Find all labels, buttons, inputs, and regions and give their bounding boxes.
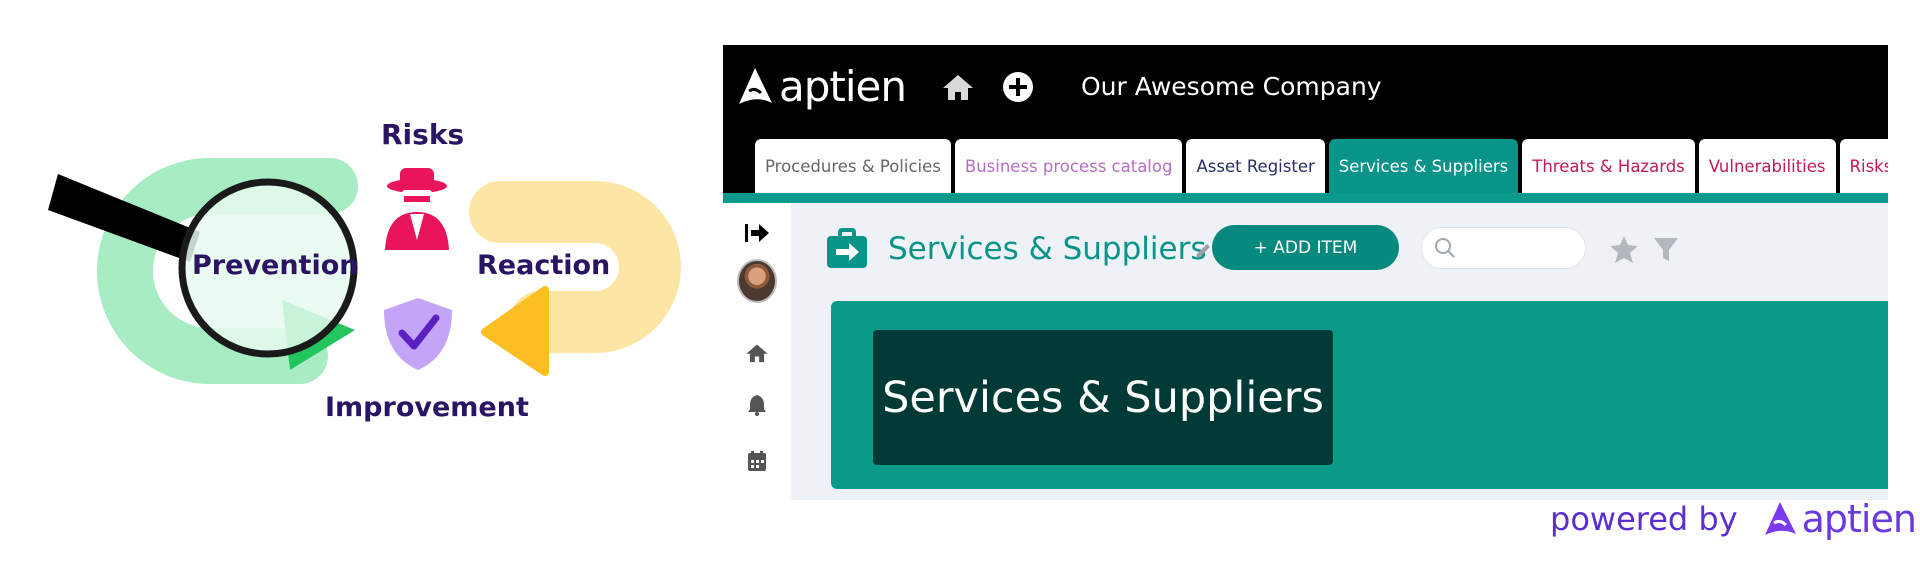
briefcase-icon	[825, 227, 869, 271]
banner-title-box: Services & Suppliers	[873, 330, 1333, 465]
brand-name: aptien	[779, 62, 907, 111]
tab-procedures-policies[interactable]: Procedures & Policies	[755, 139, 951, 193]
filter-icon[interactable]	[1651, 233, 1681, 265]
page-title: Services & Suppliers	[888, 231, 1207, 267]
reaction-label: Reaction	[477, 250, 611, 281]
powered-by-brand: aptien	[1801, 497, 1917, 541]
page-banner: Services & Suppliers	[831, 301, 1888, 489]
aptien-logo-icon	[1764, 502, 1796, 535]
banner-title: Services & Suppliers	[882, 372, 1324, 423]
app-window: aptien Our Awesome Company Procedures & …	[723, 45, 1888, 500]
plus-circle-icon[interactable]	[998, 67, 1038, 107]
sidebar-home-icon[interactable]	[737, 333, 777, 373]
top-bar: aptien Our Awesome Company Procedures & …	[723, 45, 1888, 193]
star-icon[interactable]	[1608, 233, 1640, 265]
aptien-logo-icon	[739, 68, 772, 104]
risks-label: Risks	[381, 118, 465, 151]
yellow-arrow-icon	[481, 286, 549, 376]
hacker-icon	[385, 168, 449, 250]
calendar-icon[interactable]	[737, 441, 777, 481]
company-name[interactable]: Our Awesome Company	[1081, 67, 1382, 107]
tab-risks[interactable]: Risks	[1839, 139, 1888, 193]
prevention-label: Prevention	[192, 250, 359, 281]
tab-vulnerabilities[interactable]: Vulnerabilities	[1698, 139, 1836, 193]
search-box	[1421, 227, 1586, 269]
sidebar	[723, 203, 791, 500]
improvement-label: Improvement	[325, 392, 529, 423]
edit-pencil-icon[interactable]	[1193, 241, 1213, 261]
tab-threats-hazards[interactable]: Threats & Hazards	[1522, 139, 1695, 193]
tab-underline	[723, 193, 1888, 203]
shield-check-icon	[384, 298, 452, 370]
module-tabs: Procedures & Policies Business process ca…	[755, 139, 1888, 193]
powered-by: powered by aptien	[1550, 497, 1917, 541]
powered-by-text: powered by	[1550, 500, 1738, 538]
tab-business-process-catalog[interactable]: Business process catalog	[954, 139, 1183, 193]
avatar	[737, 259, 777, 303]
tab-services-suppliers[interactable]: Services & Suppliers	[1328, 139, 1519, 193]
tab-asset-register[interactable]: Asset Register	[1186, 139, 1325, 193]
bell-icon[interactable]	[737, 385, 777, 425]
home-icon[interactable]	[938, 67, 978, 107]
brand-logo[interactable]: aptien	[735, 59, 907, 115]
user-avatar[interactable]	[737, 259, 777, 303]
add-item-button[interactable]: + ADD ITEM	[1212, 225, 1399, 270]
search-icon	[1435, 238, 1455, 258]
search-input[interactable]	[1462, 239, 1572, 257]
main-content: Services & Suppliers + ADD ITEM Services…	[791, 203, 1888, 500]
risk-cycle-illustration: Risks Prevention Reaction Improvement	[0, 0, 700, 500]
logout-arrow-icon[interactable]	[737, 213, 777, 253]
